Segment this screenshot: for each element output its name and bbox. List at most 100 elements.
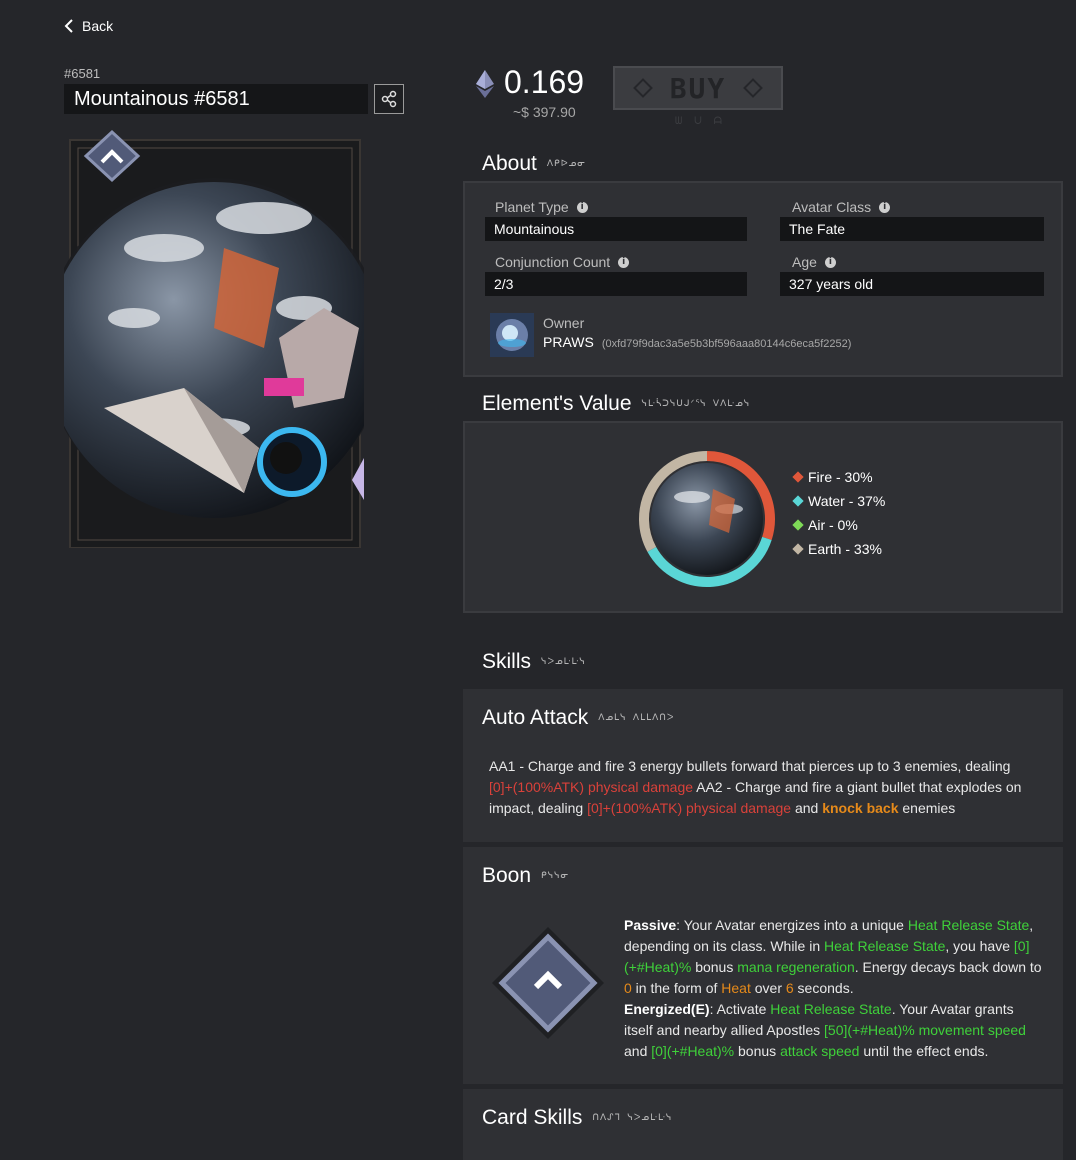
energized-label: Energized(E) [624,1001,710,1017]
donut-cloud [674,491,710,503]
desc-text: in the form of [631,980,722,996]
asset-name-text: Mountainous #6581 [74,87,250,110]
legend-item: Fire - 30% [792,469,885,485]
skills-glyphs: ᓭᐳᓄᒷᒷᓭ [541,657,586,668]
skills-title: Skills ᓭᐳᓄᒷᒷᓭ [482,650,586,674]
element-title: Element's Value ᓭᒷᓵᑐᓭᑌᒍᐟᕐᓭ ᐯᐱᒷᓄᓭ [482,392,750,416]
info-icon[interactable]: i [576,201,588,213]
share-icon [381,90,397,108]
element-donut-chart [639,451,775,587]
donut-planet-image [651,463,763,575]
legend-diamond-icon [792,543,804,555]
highlight-text: Heat Release State [824,938,946,954]
element-panel: Fire - 30% Water - 37% Air - 0% Earth - 33% [463,421,1063,613]
planet-type-label: Planet Type i [495,199,588,215]
passive-label: Passive [624,917,677,933]
desc-text: AA1 - Charge and fire 3 energy bullets f… [489,758,1011,774]
legend-label: Water - 37% [808,493,886,509]
planet-type-label-text: Planet Type [495,199,569,215]
desc-text: enemies [898,800,956,816]
buy-label: BUY [669,71,727,105]
owner-line: PRAWS (0xfd79f9dac3a5e5b3bf596aaa80144c6e… [543,334,851,352]
info-icon[interactable]: i [618,256,630,268]
owner-name[interactable]: PRAWS [543,334,594,350]
legend-diamond-icon [792,495,804,507]
highlight-text: Heat Release State [907,917,1030,933]
avatar-class-value: The Fate [780,217,1044,241]
back-button[interactable]: Back [64,18,113,34]
owner-label: Owner [543,315,585,331]
highlight-text: movement speed [918,1022,1026,1038]
age-label: Age i [792,254,836,270]
about-glyphs: ᐱᑭᐅᓄᓂ [546,159,586,170]
auto-attack-description: AA1 - Charge and fire 3 energy bullets f… [489,756,1029,819]
back-label: Back [82,18,114,34]
planet-type-value: Mountainous [485,217,747,241]
element-legend: Fire - 30% Water - 37% Air - 0% Earth - 33% [792,469,886,557]
legend-diamond-icon [792,519,804,531]
desc-text: bonus [691,959,738,975]
owner-avatar[interactable] [490,313,534,357]
age-value: 327 years old [780,272,1044,296]
chevron-left-icon [64,19,73,33]
value-text: Heat [721,980,751,996]
info-icon[interactable]: i [879,201,891,213]
legend-item: Air - 0% [792,517,885,533]
legend-label: Earth - 33% [808,541,882,557]
about-title-text: About [482,152,537,175]
boon-glyphs: ᑭᓭᓭᓂ [541,871,570,882]
desc-text: and [791,800,823,816]
eth-price: 0.169 [504,64,585,100]
asset-name: Mountainous #6581 [64,84,368,114]
buy-glyphs: ᗯ ᑌ ᗩ [675,116,725,127]
info-icon[interactable]: i [824,256,836,268]
desc-text: seconds. [793,980,854,996]
element-title-text: Element's Value [482,392,632,415]
buy-button[interactable]: BUY [613,66,783,110]
card-skills-glyphs: ᑎᐱᔑᒣ ᓭᐳᓄᒷᒷᓭ [592,1113,673,1124]
avatar-class-label-text: Avatar Class [792,199,872,215]
token-id: #6581 [64,66,101,81]
skills-title-text: Skills [482,650,532,673]
diamond-icon [632,78,653,98]
conjunction-label-text: Conjunction Count [495,254,611,270]
desc-text: until the effect ends. [859,1043,989,1059]
planet-card-image [64,129,364,548]
diamond-icon [743,78,764,98]
share-button[interactable] [374,84,404,114]
desc-text: and [624,1043,652,1059]
value-text: 0 [624,980,632,996]
card-skills-name: Card Skills [482,1106,583,1129]
auto-attack-title: Auto Attack ᐱᓄᒪᓭ ᐱᒪᒪᐱᑎᐳ [482,706,674,730]
auto-attack-name: Auto Attack [482,706,589,729]
element-glyphs: ᓭᒷᓵᑐᓭᑌᒍᐟᕐᓭ ᐯᐱᒷᓄᓭ [641,399,751,410]
desc-text: over [750,980,786,996]
conjunction-label: Conjunction Count i [495,254,630,270]
damage-text: [0]+(100%ATK) physical damage [587,800,792,816]
highlight-text: Heat Release State [770,1001,892,1017]
desc-text: , you have [945,938,1014,954]
boon-title: Boon ᑭᓭᓭᓂ [482,864,569,888]
legend-label: Fire - 30% [808,469,873,485]
boon-icon [492,927,604,1039]
desc-text: bonus [734,1043,781,1059]
highlight-text: attack speed [780,1043,860,1059]
highlight-text: mana regeneration [737,959,855,975]
owner-address[interactable]: (0xfd79f9dac3a5e5b3bf596aaa80144c6eca5f2… [602,338,852,350]
damage-text: [0]+(100%ATK) physical damage [489,779,694,795]
about-title: About ᐱᑭᐅᓄᓂ [482,152,586,176]
desc-text: : Your Avatar energizes into a unique [676,917,908,933]
card-skills-panel: Card Skills ᑎᐱᔑᒣ ᓭᐳᓄᒷᒷᓭ [463,1089,1063,1160]
legend-diamond-icon [792,471,804,483]
boon-panel: Boon ᑭᓭᓭᓂ Passive: Your Avatar energizes … [463,847,1063,1084]
value-text: 6 [785,980,794,996]
boon-name: Boon [482,864,532,887]
highlight-text: [0](+#Heat)% [651,1043,735,1059]
eth-icon [476,70,494,98]
desc-text: . Energy decays back down to [854,959,1042,975]
auto-attack-panel: Auto Attack ᐱᓄᒪᓭ ᐱᒪᒪᐱᑎᐳ AA1 - Charge and … [463,689,1063,842]
usd-price: ~$ 397.90 [513,104,576,120]
desc-text: : Activate [709,1001,771,1017]
card-skills-title: Card Skills ᑎᐱᔑᒣ ᓭᐳᓄᒷᒷᓭ [482,1106,672,1130]
age-label-text: Age [792,254,817,270]
